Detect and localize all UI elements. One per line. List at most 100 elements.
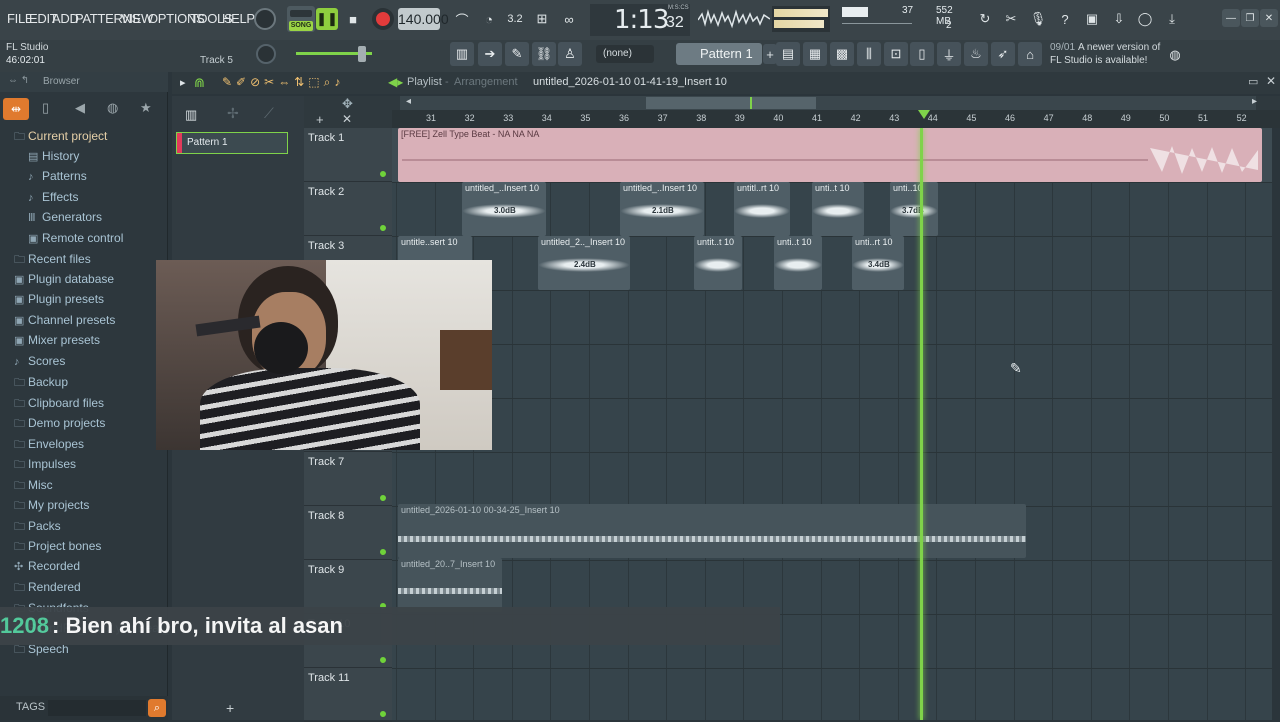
plus-small-icon[interactable]: + [316,112,324,127]
plus-icon[interactable]: ✢ [227,105,239,122]
browser-item[interactable]: ♪ Patterns [28,169,87,183]
browser-item[interactable]: 🗀 Clipboard files [14,395,104,414]
playlist-icon[interactable]: ▤ [776,42,800,66]
audio-clip[interactable]: [FREE] Zell Type Beat - NA NA NA [398,128,1262,182]
piano-icon[interactable]: ▥ [450,42,474,66]
playlist-play-icon[interactable]: ▸ [180,76,186,89]
browser-item[interactable]: ▣ Remote control [28,231,123,245]
step-edit-icon[interactable]: ⊞ [531,8,553,30]
master-pitch-knob[interactable] [256,44,276,64]
stop-button[interactable]: ■ [342,8,364,30]
track-mute-led[interactable] [380,549,386,555]
browser-item[interactable]: 🗀 Current project [14,128,107,147]
track-mute-led[interactable] [380,171,386,177]
wand-icon[interactable]: ⟋ [264,105,274,122]
audio-clip[interactable]: unti..10 3.7dB [890,182,938,236]
save-icon[interactable]: ▣ [1081,8,1103,30]
browser-item[interactable]: 🗀 Rendered [14,579,81,598]
download-icon[interactable]: ⤓ [1161,8,1183,30]
track-header[interactable]: Track 7 [304,452,392,506]
browser-item[interactable]: 🗀 Packs [14,518,61,537]
mixer-icon[interactable]: ⫼ [857,42,881,66]
master-volume-knob[interactable] [254,8,276,30]
browser-item[interactable]: 🗀 Demo projects [14,415,105,434]
browser-plugins-icon[interactable]: ◍ [107,100,118,116]
audio-clip[interactable]: unti..t 10 [774,236,822,290]
track-header[interactable]: Track 8 [304,506,392,560]
countdown-icon[interactable]: 3.2 [504,8,526,30]
notice-text-1[interactable]: A newer version of [1078,42,1160,53]
browser-all-icon[interactable]: ⇹ [3,98,29,120]
playlist-close-icon[interactable]: ✕ [1266,74,1276,88]
browser-item[interactable]: ✣ Recorded [14,559,80,573]
track-header[interactable]: Track 1 [304,128,392,182]
volume-slider-handle[interactable] [358,46,366,62]
globe-icon[interactable]: ◍ [1164,44,1186,66]
piano-roll-icon[interactable]: ▩ [830,42,854,66]
browser-files-icon[interactable]: ▯ [42,100,49,116]
audio-clip[interactable]: untitl..rt 10 [734,182,790,236]
pattern-item[interactable]: Pattern 1 [176,132,288,154]
browser-item[interactable]: Ⅲ Generators [28,210,102,224]
audio-clip[interactable]: unti..rt 10 3.4dB [852,236,904,290]
track-mute-led[interactable] [380,711,386,717]
cut-icon[interactable]: ✂ [1000,8,1022,30]
tempo-display[interactable]: 140.000 [398,8,449,30]
audio-clip[interactable]: untit..t 10 [694,236,742,290]
audio-clip[interactable]: untitled_2026-01-10 00-34-25_Insert 10 [398,504,1026,558]
browser-item[interactable]: ▣ Plugin database [14,272,114,286]
browser-speaker-icon[interactable]: ◀ [75,100,85,116]
shop-icon[interactable]: ⌂ [1018,42,1042,66]
browser-item[interactable]: ▣ Plugin presets [14,292,104,306]
track-header[interactable]: Track 11 [304,668,392,722]
audio-clip[interactable]: untitled_..Insert 10 3.0dB [462,182,546,236]
browser-item[interactable]: ♪ Scores [14,354,65,368]
browser-item[interactable]: 🗀 Misc [14,477,53,496]
chat-icon[interactable]: ◯ [1134,8,1156,30]
scroll-right-icon[interactable]: ▸ [1252,96,1257,107]
track-mute-led[interactable] [380,657,386,663]
playhead-marker[interactable] [918,110,930,119]
audio-clip[interactable]: untitled_20..7_Insert 10 [398,558,502,612]
tool-icons[interactable]: ✎✐⊘✂⇔⇅⬚⌕♪ [222,75,344,90]
browser-item[interactable]: 🗀 Impulses [14,456,76,475]
microphone-icon[interactable]: 🎙 [1027,8,1049,30]
track-header[interactable]: Track 2 [304,182,392,236]
song-mode-toggle[interactable]: SONG [287,6,315,32]
browser-item[interactable]: 🗀 Recent files [14,251,91,270]
tools-icon[interactable]: ♨ [964,42,988,66]
zoom-icon[interactable]: ✥ [342,96,353,112]
notice-text-2[interactable]: FL Studio is available! [1050,55,1147,66]
browser-icon[interactable]: ▯ [910,42,934,66]
pattern-select[interactable]: Pattern 1 [676,43,762,65]
browser-item[interactable]: 🗀 My projects [14,497,89,516]
plug-icon[interactable]: ⏚ [937,42,961,66]
track-mute-led[interactable] [380,495,386,501]
browser-item[interactable]: ♪ Effects [28,190,78,204]
undo-icon[interactable]: ↻ [974,8,996,30]
add-pattern-button[interactable]: + [763,44,777,64]
track-header[interactable]: Track 9 [304,560,392,614]
restore-icon[interactable]: ❐ [1241,9,1259,27]
horizontal-scrollbar[interactable] [400,96,1256,110]
arrow-right-icon[interactable]: ➔ [478,42,502,66]
pencil-icon[interactable]: ✎ [505,42,529,66]
close-x-icon[interactable]: ✕ [342,112,352,126]
menu-help[interactable]: HELP [222,11,255,26]
scroll-left-icon[interactable]: ◂ [406,96,411,107]
feather-icon[interactable]: ➶ [991,42,1015,66]
magnet-icon[interactable]: ⋒ [194,75,205,91]
browser-star-icon[interactable]: ★ [140,100,152,116]
browser-item[interactable]: 🗀 Envelopes [14,436,84,455]
close-icon[interactable]: ✕ [1260,9,1278,27]
plugin-picker-icon[interactable]: ⊡ [884,42,908,66]
render-icon[interactable]: ⇩ [1108,8,1130,30]
browser-item[interactable]: 🗀 Project bones [14,538,101,557]
audio-clip[interactable]: unti..t 10 [812,182,864,236]
browser-item[interactable]: ▣ Mixer presets [14,333,100,347]
browser-arrows-icon[interactable]: ⇔ ↰ [8,75,29,86]
audio-clip[interactable]: untitled_..Insert 10 2.1dB [620,182,704,236]
minimize-icon[interactable]: — [1222,9,1240,27]
add-track-icon[interactable]: + [226,700,234,716]
piano-small-icon[interactable]: ▥ [185,107,197,123]
